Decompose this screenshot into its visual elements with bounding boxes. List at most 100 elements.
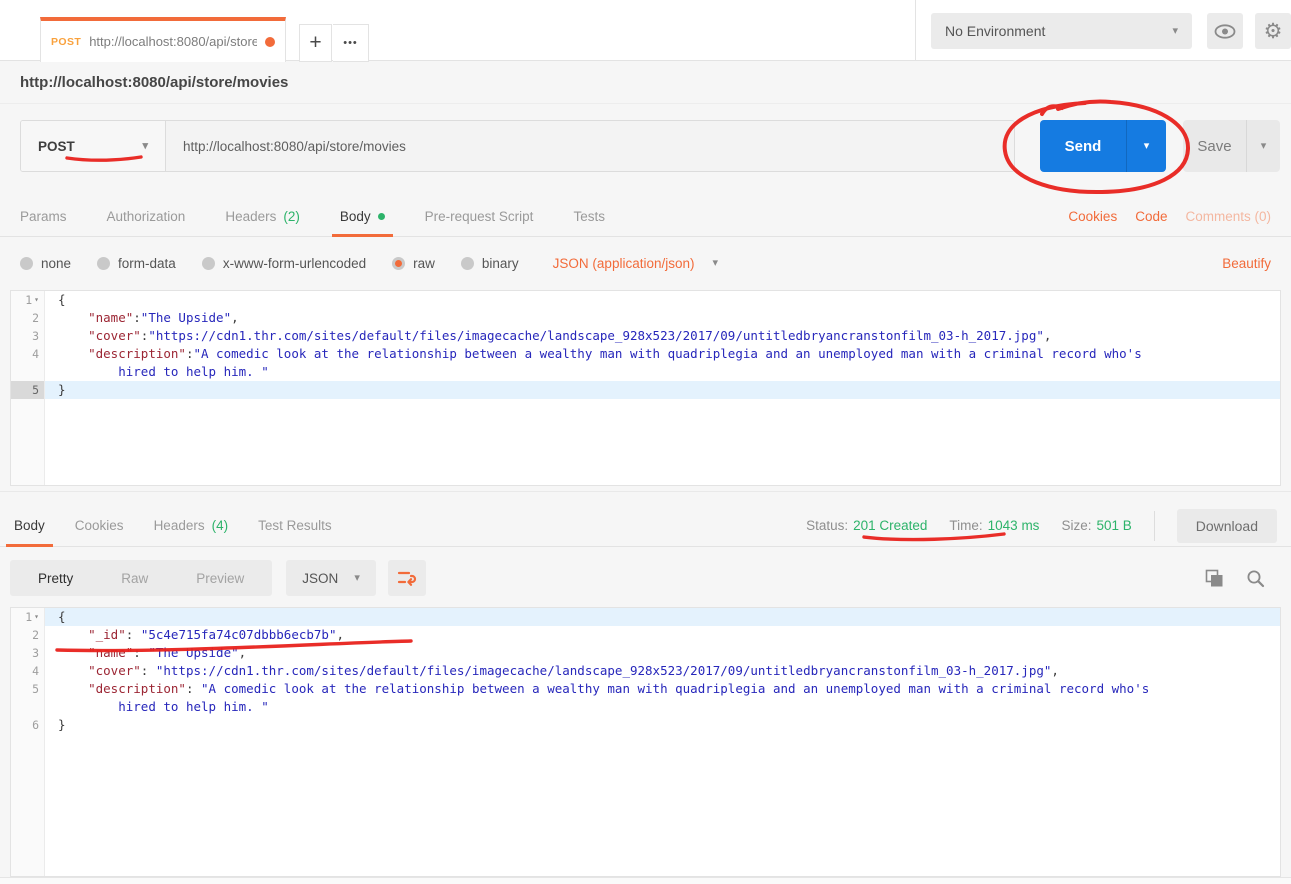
body-type-binary[interactable]: binary <box>461 256 519 271</box>
tab-params[interactable]: Params <box>20 196 67 236</box>
chevron-down-icon: ▾ <box>1172 26 1178 37</box>
code-line[interactable]: hired to help him. " <box>11 363 1280 381</box>
response-format-select[interactable]: JSON ▾ <box>286 560 376 596</box>
request-tab[interactable]: POST http://localhost:8080/api/store/ <box>40 17 286 62</box>
tab-options-button[interactable]: ••• <box>333 24 369 62</box>
code-text: { <box>45 291 1280 309</box>
settings-button[interactable]: ⚙ <box>1255 13 1291 49</box>
tab-body[interactable]: Body <box>14 505 45 546</box>
unsaved-changes-dot <box>265 37 275 47</box>
body-type-radios: none form-data x-www-form-urlencoded raw bin… <box>20 256 519 271</box>
environment-quick-look-button[interactable] <box>1207 13 1243 49</box>
eye-icon <box>1214 24 1236 39</box>
tab-headers[interactable]: Headers (4) <box>154 505 229 546</box>
content-type-select[interactable]: JSON (application/json) ▾ <box>553 256 718 271</box>
body-type-x-www-form-urlencoded[interactable]: x-www-form-urlencoded <box>202 256 366 271</box>
send-button[interactable]: Send ▾ <box>1040 120 1166 172</box>
url-input[interactable]: http://localhost:8080/api/store/movies <box>166 121 1014 171</box>
code-line[interactable]: 5 "description": "A comedic look at the … <box>11 680 1280 698</box>
url-value: http://localhost:8080/api/store/movies <box>183 139 406 154</box>
tab-count: (4) <box>212 518 229 533</box>
code-line[interactable]: 2 "_id": "5c4e715fa74c07dbbb6ecb7b", <box>11 626 1280 644</box>
beautify-link[interactable]: Beautify <box>1222 256 1271 271</box>
new-tab-button[interactable]: + <box>299 24 332 62</box>
chevron-down-icon: ▾ <box>354 573 360 584</box>
unsaved-body-dot <box>378 213 385 220</box>
line-number: 5 <box>11 381 45 399</box>
radio-icon <box>461 257 474 270</box>
method-select[interactable]: POST ▾ <box>21 121 166 171</box>
code-text: hired to help him. " <box>45 698 1280 716</box>
line-number <box>11 363 45 381</box>
tab-pre-request-script[interactable]: Pre-request Script <box>425 196 534 236</box>
request-tab-links: Cookies Code Comments (0) <box>1068 196 1271 236</box>
fold-icon[interactable]: ▾ <box>34 608 39 626</box>
comments-0-link[interactable]: Comments (0) <box>1185 209 1271 224</box>
code-line[interactable]: 6} <box>11 716 1280 734</box>
chevron-down-icon: ▾ <box>1261 141 1267 152</box>
tab-authorization[interactable]: Authorization <box>107 196 186 236</box>
code-text: "name": "The Upside", <box>45 644 1280 662</box>
status-value: 201 Created <box>853 518 927 533</box>
code-text: "_id": "5c4e715fa74c07dbbb6ecb7b", <box>45 626 1280 644</box>
view-tab-preview[interactable]: Preview <box>172 571 268 586</box>
view-tab-pretty[interactable]: Pretty <box>14 571 97 586</box>
divider <box>1154 511 1155 541</box>
tab-cookies[interactable]: Cookies <box>75 505 124 546</box>
tab-test-results[interactable]: Test Results <box>258 505 332 546</box>
gutter <box>11 734 45 876</box>
code-line[interactable]: 1▾{ <box>11 291 1280 309</box>
divider <box>915 0 916 61</box>
editor-filler <box>11 399 1280 485</box>
ellipsis-icon: ••• <box>343 37 358 49</box>
search-button[interactable] <box>1246 569 1265 588</box>
code-line[interactable]: 3 "name": "The Upside", <box>11 644 1280 662</box>
response-actions <box>1205 569 1281 588</box>
line-number <box>11 698 45 716</box>
tab-label: Pre-request Script <box>425 209 534 224</box>
code-line[interactable]: hired to help him. " <box>11 698 1280 716</box>
line-number: 1▾ <box>11 608 45 626</box>
code-line[interactable]: 5} <box>11 381 1280 399</box>
tab-label: Body <box>14 518 45 533</box>
wrap-lines-button[interactable] <box>388 560 426 596</box>
view-tab-raw[interactable]: Raw <box>97 571 172 586</box>
tab-body[interactable]: Body <box>340 196 385 236</box>
line-number: 4 <box>11 345 45 363</box>
request-body-editor[interactable]: 1▾{2 "name":"The Upside",3 "cover":"http… <box>10 290 1281 486</box>
tab-label: Authorization <box>107 209 186 224</box>
save-button[interactable]: Save ▾ <box>1183 120 1280 172</box>
line-number: 1▾ <box>11 291 45 309</box>
bottom-strip <box>0 877 1291 884</box>
body-type-none[interactable]: none <box>20 256 71 271</box>
code-line[interactable]: 4 "description":"A comedic look at the r… <box>11 345 1280 363</box>
tab-headers[interactable]: Headers(2) <box>225 196 300 236</box>
fold-icon[interactable]: ▾ <box>34 291 39 309</box>
send-options-button[interactable]: ▾ <box>1126 120 1166 172</box>
code-link[interactable]: Code <box>1135 209 1167 224</box>
tab-method-badge: POST <box>51 36 81 48</box>
body-type-raw[interactable]: raw <box>392 256 435 271</box>
cookies-link[interactable]: Cookies <box>1068 209 1117 224</box>
line-number: 2 <box>11 309 45 327</box>
code-line[interactable]: 4 "cover": "https://cdn1.thr.com/sites/d… <box>11 662 1280 680</box>
tab-tests[interactable]: Tests <box>573 196 605 236</box>
code-text: } <box>45 381 1280 399</box>
radio-label: x-www-form-urlencoded <box>223 256 366 271</box>
body-type-form-data[interactable]: form-data <box>97 256 176 271</box>
code-line[interactable]: 2 "name":"The Upside", <box>11 309 1280 327</box>
response-body-editor[interactable]: 1▾{2 "_id": "5c4e715fa74c07dbbb6ecb7b",3… <box>10 607 1281 877</box>
postman-window: POST http://localhost:8080/api/store/ + … <box>0 0 1291 884</box>
send-label: Send <box>1040 120 1126 172</box>
radio-icon <box>97 257 110 270</box>
tab-label: Headers <box>154 518 205 533</box>
download-button[interactable]: Download <box>1177 509 1277 543</box>
radio-label: none <box>41 256 71 271</box>
environment-select[interactable]: No Environment ▾ <box>931 13 1192 49</box>
code-line[interactable]: 3 "cover":"https://cdn1.thr.com/sites/de… <box>11 327 1280 345</box>
save-options-button[interactable]: ▾ <box>1246 120 1280 172</box>
copy-button[interactable] <box>1205 569 1224 588</box>
code-text: } <box>45 716 1280 734</box>
code-line[interactable]: 1▾{ <box>11 608 1280 626</box>
size-value: 501 B <box>1096 518 1131 533</box>
